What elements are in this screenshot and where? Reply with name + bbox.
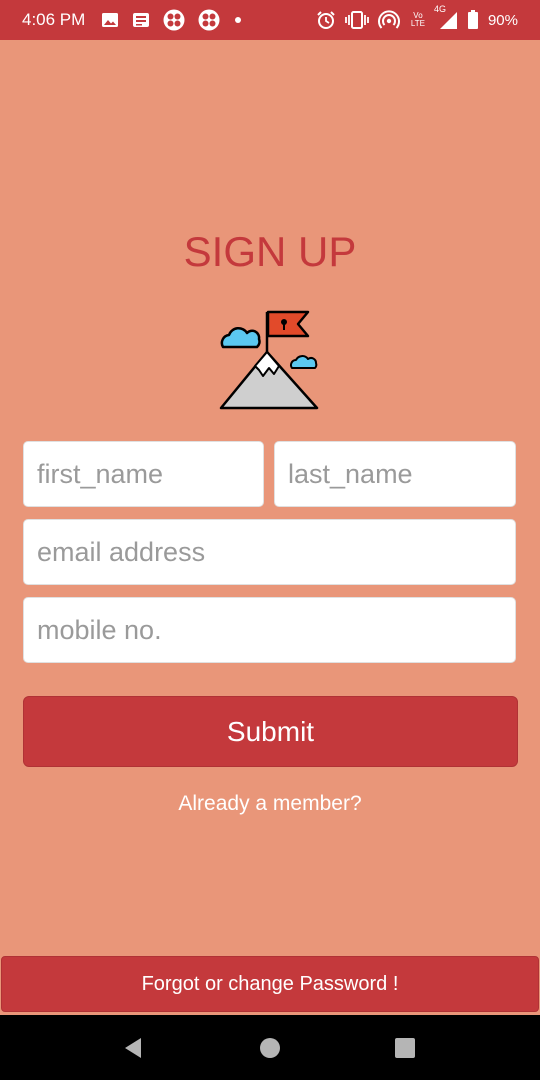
mobile-input[interactable] (23, 597, 516, 663)
status-time: 4:06 PM (22, 10, 86, 29)
dot-icon (233, 15, 243, 25)
volte-icon: Vo LTE (410, 11, 425, 28)
submit-button[interactable]: Submit (23, 696, 518, 767)
back-icon[interactable] (120, 1035, 146, 1061)
page-title: SIGN UP (183, 228, 357, 275)
battery-percent: 90% (487, 11, 518, 29)
first-name-input[interactable] (23, 441, 264, 507)
email-input[interactable] (23, 519, 516, 585)
system-icons: Vo LTE 4G 90% (316, 4, 518, 30)
alarm-icon (316, 10, 336, 30)
mountain-flag-icon (218, 308, 322, 412)
network-type: 4G (433, 4, 446, 14)
recents-icon[interactable] (392, 1035, 418, 1061)
app-grid-icon (163, 9, 185, 31)
home-icon[interactable] (257, 1035, 283, 1061)
app-grid-icon (198, 9, 220, 31)
image-icon (101, 11, 119, 29)
vibrate-icon (345, 10, 369, 30)
navigation-bar (0, 1015, 540, 1080)
battery-icon (467, 10, 479, 30)
hotspot-icon (377, 10, 400, 30)
last-name-input[interactable] (274, 441, 516, 507)
notification-icons (101, 9, 243, 31)
signal-icon: 4G (434, 4, 458, 30)
forgot-password-button[interactable]: Forgot or change Password ! (1, 956, 539, 1012)
already-member-link[interactable]: Already a member? (0, 792, 540, 816)
message-icon (132, 11, 150, 29)
status-bar: 4:06 PM Vo LTE 4G 90% (0, 0, 540, 40)
